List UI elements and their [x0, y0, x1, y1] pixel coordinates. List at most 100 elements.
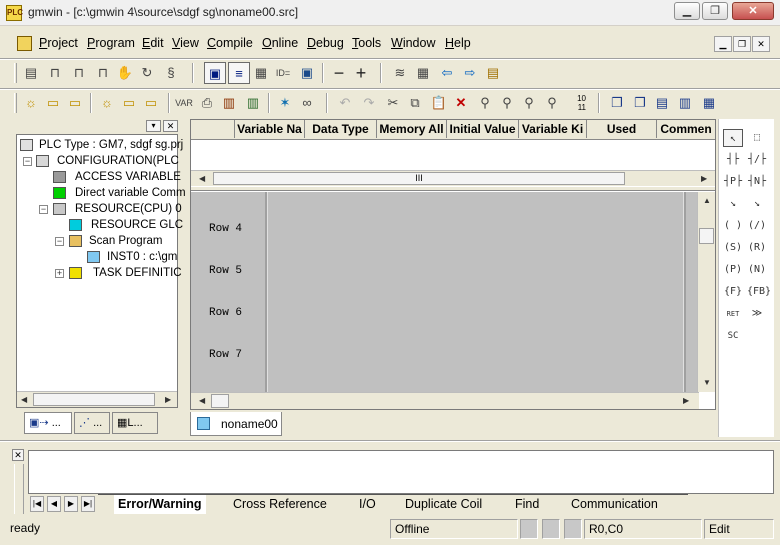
stack-icon[interactable]: ≋ [389, 62, 411, 84]
tree-hscrollbar[interactable]: ◀ ▶ [17, 391, 177, 407]
paste-icon[interactable]: 📋 [428, 92, 450, 114]
replace-icon[interactable]: ⚲ [518, 92, 540, 114]
scroll-thumb[interactable] [211, 394, 229, 408]
compile-icon[interactable]: ↻ [136, 62, 158, 84]
scroll-thumb[interactable] [33, 393, 155, 406]
undo-icon[interactable]: ↶ [334, 92, 356, 114]
goto-icon[interactable]: ⚲ [541, 92, 563, 114]
menu-debug[interactable]: Debug [307, 36, 344, 50]
tree-root[interactable]: PLC Type : GM7, sdgf sg.prj [17, 137, 183, 153]
tree-configuration[interactable]: − CONFIGURATION(PLC [17, 153, 179, 169]
book-icon[interactable]: ▥ [218, 92, 240, 114]
contact-p-icon[interactable]: ┤P├ [723, 173, 743, 191]
copy-icon[interactable]: ⧉ [404, 92, 426, 114]
expand-icon[interactable]: + [55, 269, 64, 278]
line-tool-icon[interactable]: ↘ [723, 195, 743, 213]
variable-view-icon[interactable]: ≡ [228, 62, 250, 84]
ladder-vscrollbar[interactable]: ▲ ▼ [697, 192, 715, 392]
tab-library-view[interactable]: ▦L... [112, 412, 158, 434]
tile-icon[interactable]: ❐ [629, 92, 651, 114]
menu-window[interactable]: Window [391, 36, 435, 50]
find-icon[interactable]: ⚲ [474, 92, 496, 114]
redo-icon[interactable]: ↷ [358, 92, 380, 114]
print-icon[interactable]: ⎙ [196, 92, 218, 114]
document-tab[interactable]: noname00 [190, 412, 282, 436]
function-icon[interactable]: {F} [723, 283, 743, 301]
maximize-button[interactable]: ❐ [702, 2, 728, 20]
monitor-icon[interactable]: ▦ [250, 62, 272, 84]
link-icon[interactable]: ∞ [296, 92, 318, 114]
folder-open-icon[interactable]: ▭ [42, 92, 64, 114]
close-button[interactable]: ✕ [732, 2, 774, 20]
tab-variable-view[interactable]: ⋰ ... [74, 412, 110, 434]
col-comment[interactable]: Commen [657, 120, 715, 138]
col-variable-kind[interactable]: Variable Ki [519, 120, 587, 138]
close-project-icon[interactable]: ⊓ [92, 62, 114, 84]
scroll-left-icon[interactable]: ◀ [199, 174, 205, 183]
folder-save-icon[interactable]: ▭ [64, 92, 86, 114]
panel-dock-button[interactable]: ▾ [146, 120, 161, 132]
grid-hscrollbar[interactable]: ◀ III ▶ [191, 170, 715, 186]
menu-compile[interactable]: Compile [207, 36, 253, 50]
wand-icon[interactable]: ✶ [274, 92, 296, 114]
tab-io[interactable]: I/O [359, 495, 376, 514]
folder-open-icon[interactable]: ▭ [118, 92, 140, 114]
scroll-right-icon[interactable]: ▶ [683, 396, 689, 405]
arrange-icon[interactable]: ▦ [698, 92, 720, 114]
col-memory-allocation[interactable]: Memory All [377, 120, 447, 138]
tile-vertical-icon[interactable]: ▥ [674, 92, 696, 114]
col-variable-name[interactable]: Variable Na [235, 120, 305, 138]
zoom-in-icon[interactable]: + [350, 62, 372, 84]
function-block-icon[interactable]: {FB} [747, 283, 771, 301]
tree-resource[interactable]: − RESOURCE(CPU) 0 [17, 201, 182, 217]
scroll-left-icon[interactable]: ◀ [21, 395, 27, 404]
contact-no-icon[interactable]: ┤├ [723, 151, 743, 169]
tab-find[interactable]: Find [515, 495, 539, 514]
arrow-right-icon[interactable]: ⇨ [459, 62, 481, 84]
tab-communication[interactable]: Communication [571, 495, 658, 514]
menu-program[interactable]: Program [87, 36, 135, 50]
scroll-down-icon[interactable]: ▼ [703, 378, 711, 387]
tab-prev-icon[interactable]: ◀ [47, 496, 61, 512]
minimize-button[interactable]: ▁ [674, 2, 700, 20]
coil-negated-icon[interactable]: (/) [747, 217, 767, 235]
tree-inst0[interactable]: INST0 : c:\gm [17, 249, 177, 265]
window-icon[interactable]: ▣ [296, 62, 318, 84]
tab-error-warning[interactable]: Error/Warning [114, 495, 206, 514]
contact-nc-icon[interactable]: ┤/├ [747, 151, 767, 169]
col-data-type[interactable]: Data Type [305, 120, 377, 138]
tab-cross-reference[interactable]: Cross Reference [233, 495, 327, 514]
mdi-minimize-button[interactable]: ▁ [714, 36, 732, 52]
coil-reset-icon[interactable]: (R) [747, 239, 767, 257]
tab-first-icon[interactable]: |◀ [30, 496, 44, 512]
scroll-left-icon[interactable]: ◀ [199, 396, 205, 405]
goto-line-icon[interactable]: 10 11 [568, 94, 586, 112]
delete-icon[interactable]: ✕ [450, 92, 472, 114]
contact-n-icon[interactable]: ┤N├ [747, 173, 767, 191]
scroll-thumb[interactable] [699, 228, 714, 244]
region-tool-icon[interactable]: ⬚ [747, 129, 767, 147]
open-project-icon[interactable]: ⊓ [44, 62, 66, 84]
coil-icon[interactable]: ( ) [723, 217, 743, 235]
mdi-restore-button[interactable]: ❐ [733, 36, 751, 52]
col-used[interactable]: Used [587, 120, 657, 138]
pane-splitter[interactable] [191, 187, 715, 191]
coil-set-icon[interactable]: (S) [723, 239, 743, 257]
scroll-right-icon[interactable]: ▶ [701, 174, 707, 183]
menu-help[interactable]: Help [445, 36, 471, 50]
tree-resource-global[interactable]: RESOURCE GLC [17, 217, 183, 233]
scan-end-icon[interactable]: SC [723, 327, 743, 345]
sun-icon[interactable]: ☼ [20, 92, 42, 114]
menu-project[interactable]: Project [39, 36, 78, 50]
tab-next-icon[interactable]: ▶ [64, 496, 78, 512]
id-icon[interactable]: ID= [270, 62, 296, 84]
menu-online[interactable]: Online [262, 36, 298, 50]
cascade-icon[interactable]: ❐ [606, 92, 628, 114]
folder-save-icon[interactable]: ▭ [140, 92, 162, 114]
collapse-icon[interactable]: − [39, 205, 48, 214]
menu-view[interactable]: View [172, 36, 199, 50]
tree-access-variable[interactable]: ACCESS VARIABLE [17, 169, 181, 185]
find-next-icon[interactable]: ⚲ [496, 92, 518, 114]
output-close-button[interactable]: ✕ [12, 449, 24, 461]
network-icon[interactable]: ▤ [482, 62, 504, 84]
